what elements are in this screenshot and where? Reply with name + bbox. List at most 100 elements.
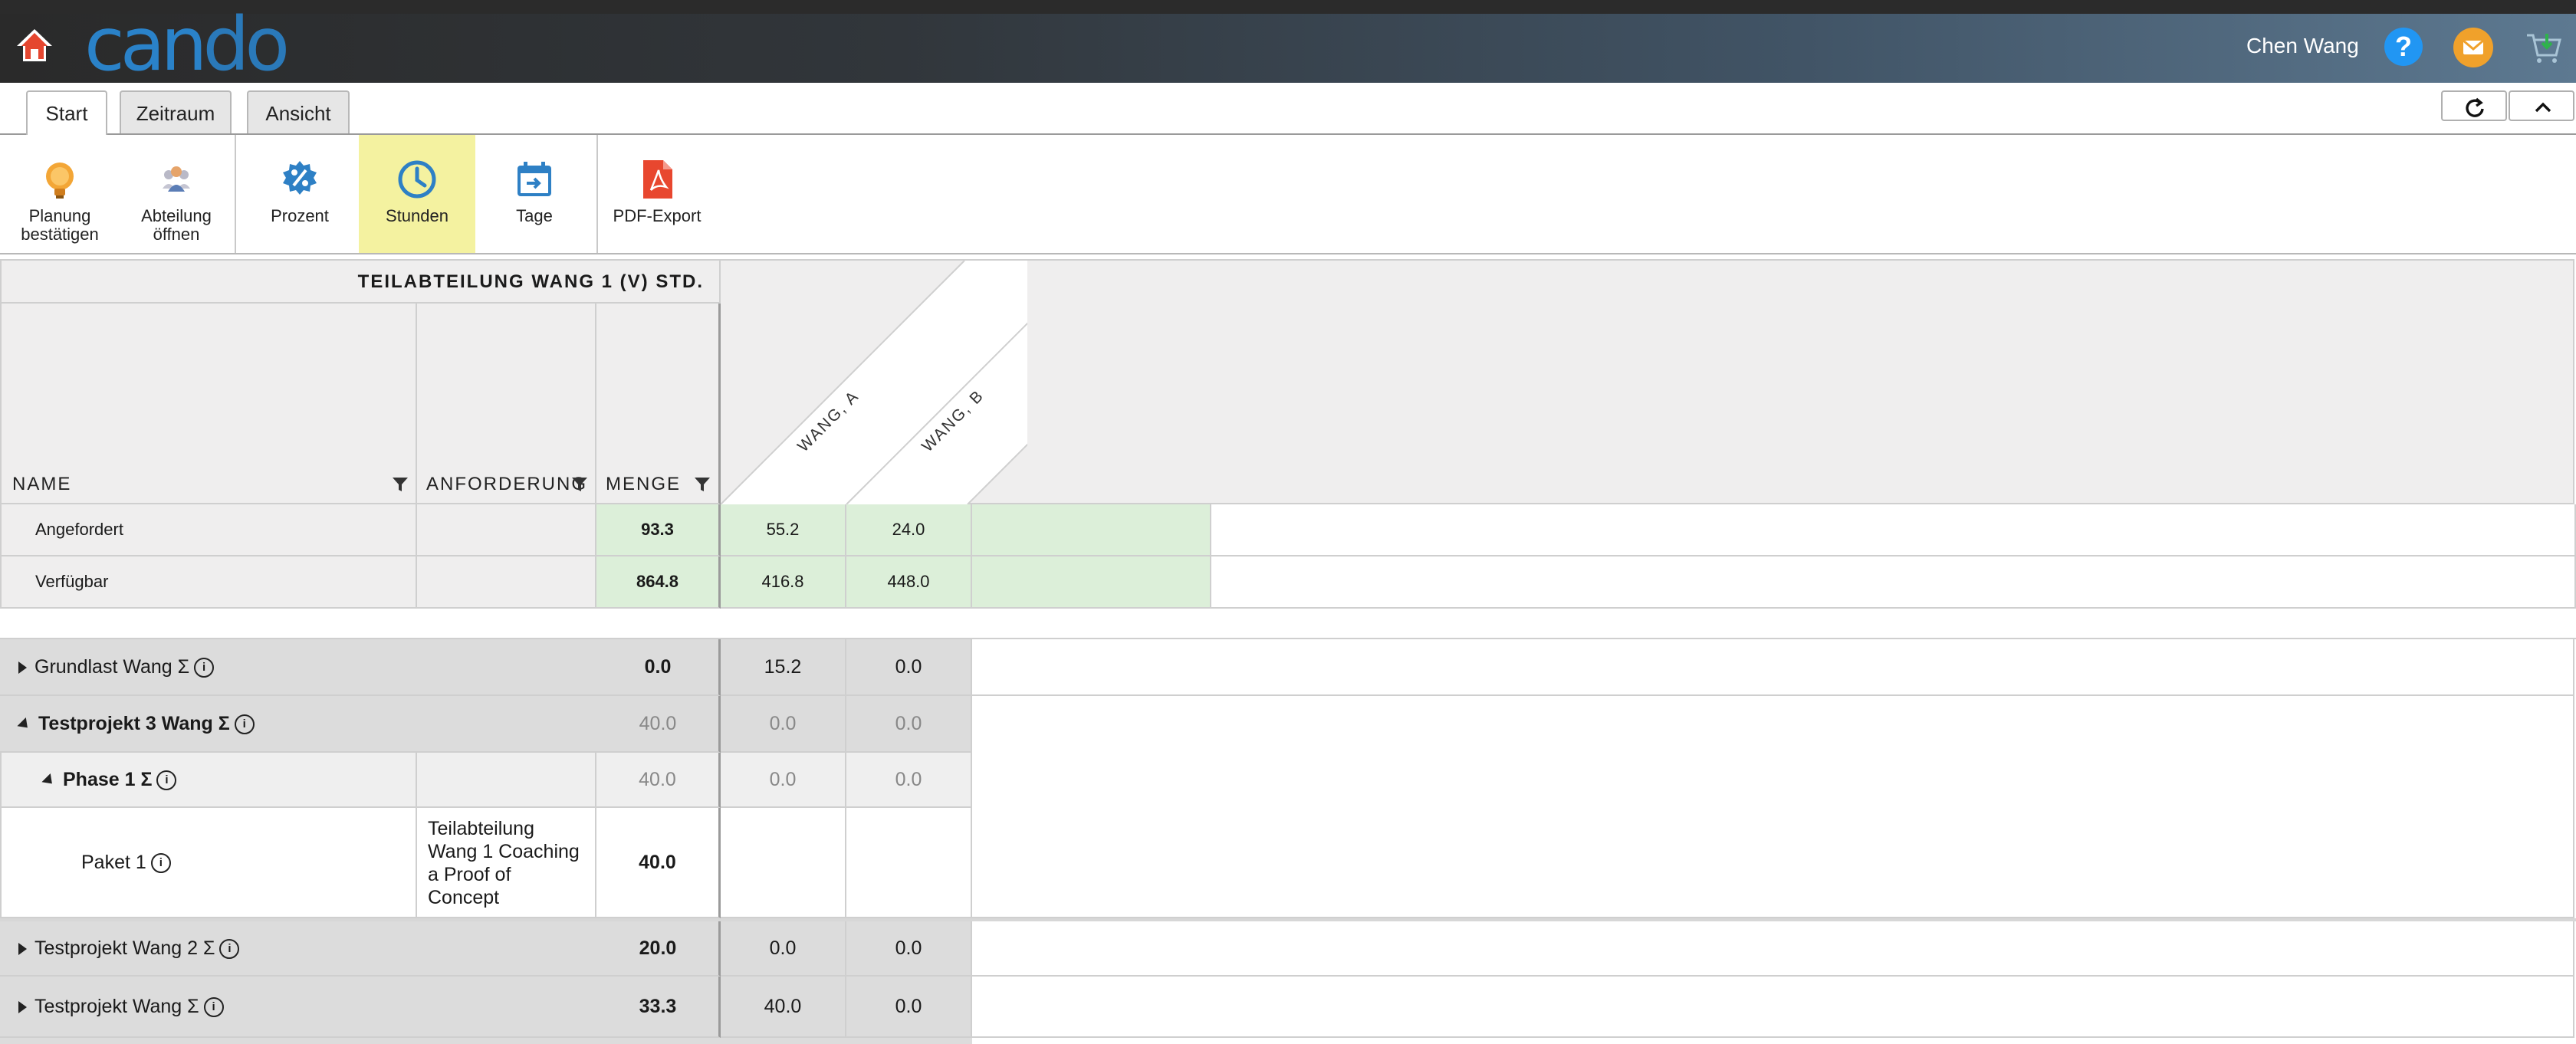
ribbon-separator — [235, 135, 236, 253]
filter-icon[interactable] — [570, 475, 589, 494]
department-title: TEILABTEILUNG WANG 1 (V) STD. — [0, 259, 721, 304]
percent-button[interactable]: Prozent — [245, 135, 354, 253]
project-row-timeline — [972, 639, 2574, 696]
filter-icon[interactable] — [693, 475, 711, 494]
package-row-label: Paket 1 — [81, 852, 146, 873]
phase-row-label: Phase 1 Σ — [63, 769, 153, 790]
pdf-export-button[interactable]: PDF-Export — [606, 135, 708, 253]
user-name[interactable]: Chen Wang — [2246, 34, 2359, 58]
refresh-button[interactable] — [2441, 90, 2507, 121]
expand-icon[interactable] — [18, 943, 27, 956]
project-row-value-wang-a[interactable]: 15.2 — [721, 639, 846, 696]
lightbulb-icon — [46, 163, 74, 199]
app-logo: cando — [84, 2, 290, 87]
summary-menge: 864.8 — [596, 556, 721, 609]
expand-icon[interactable] — [18, 662, 27, 675]
tab-ansicht[interactable]: Ansicht — [247, 90, 350, 133]
package-row-anforderung[interactable]: Teilabteilung Wang 1 Coaching a Proof of… — [417, 808, 596, 918]
phase-row-menge: 40.0 — [596, 753, 721, 808]
package-row-menge[interactable]: 40.0 — [596, 808, 721, 918]
info-icon[interactable]: i — [150, 853, 171, 874]
person-header-area: WANG, A WANG, B — [721, 259, 2574, 505]
project-row-value-wang-a[interactable]: 0.0 — [721, 696, 846, 753]
summary-value-wang-a: 416.8 — [721, 556, 846, 609]
tab-zeitraum[interactable]: Zeitraum — [120, 90, 232, 133]
ribbon-label-abteilung: Abteilung öffnen — [141, 206, 212, 244]
percent-gear-icon — [283, 161, 317, 195]
person-header-diagonals — [721, 261, 1027, 505]
collapse-icon[interactable] — [41, 773, 57, 788]
pdf-icon — [643, 160, 672, 199]
column-header-menge-label: MENGE — [606, 474, 682, 494]
info-icon[interactable]: i — [219, 939, 240, 960]
summary-menge: 93.3 — [596, 504, 721, 556]
project-row-menge: 0.0 — [644, 656, 672, 678]
confirm-planning-button[interactable]: Planung bestätigen — [11, 135, 109, 253]
project-row-label: Testprojekt Wang 2 Σ — [34, 937, 215, 959]
project-row-value-wang-a[interactable]: 0.0 — [721, 921, 846, 977]
chevron-up-icon — [2535, 102, 2551, 113]
column-header-menge: MENGE — [596, 304, 721, 504]
clock-icon — [398, 160, 436, 199]
calendar-icon — [518, 162, 551, 196]
phase-row[interactable]: Phase 1 Σi — [0, 753, 417, 808]
info-icon[interactable]: i — [194, 658, 215, 678]
summary-row-anforderung — [417, 556, 596, 609]
project-row-timeline — [972, 696, 2574, 753]
info-icon[interactable]: i — [203, 997, 224, 1018]
ribbon-label-pdf: PDF-Export — [613, 206, 702, 225]
ribbon-label-stunden: Stunden — [386, 206, 449, 225]
summary-row-anforderung — [417, 504, 596, 556]
next-row-partial — [0, 1038, 972, 1044]
phase-row-anforderung — [417, 753, 596, 808]
project-row-menge: 40.0 — [639, 713, 677, 734]
info-icon[interactable]: i — [234, 714, 255, 735]
days-button[interactable]: Tage — [480, 135, 589, 253]
project-row-menge: 20.0 — [639, 937, 677, 959]
project-row-value-wang-b[interactable]: 0.0 — [846, 977, 972, 1038]
collapse-ribbon-button[interactable] — [2509, 90, 2574, 121]
column-header-anforderung: ANFORDERUNG — [417, 304, 596, 504]
info-icon[interactable]: i — [156, 770, 177, 791]
expand-icon[interactable] — [18, 1001, 27, 1014]
column-header-name-label: NAME — [12, 474, 72, 494]
summary-row-label: Angefordert — [0, 504, 417, 556]
summary-empty-cell — [972, 504, 1211, 556]
package-row-value-wang-b[interactable] — [846, 808, 972, 918]
summary-value-wang-b: 24.0 — [846, 504, 972, 556]
filter-icon[interactable] — [391, 475, 409, 494]
summary-row-label: Verfügbar — [0, 556, 417, 609]
project-row-label: Grundlast Wang Σ — [34, 656, 190, 678]
collapse-icon[interactable] — [17, 717, 32, 732]
ribbon-label-tage: Tage — [516, 206, 553, 225]
users-icon — [163, 166, 190, 192]
mail-icon[interactable] — [2453, 28, 2493, 67]
project-row-timeline — [972, 977, 2574, 1038]
project-row-label: Testprojekt 3 Wang Σ — [38, 713, 230, 734]
cart-download-icon[interactable] — [2522, 26, 2565, 69]
home-icon[interactable] — [15, 26, 54, 64]
phase-row-value-wang-b[interactable]: 0.0 — [846, 753, 972, 808]
summary-empty-cell — [1211, 504, 2576, 556]
tab-start[interactable]: Start — [26, 90, 107, 136]
refresh-icon — [2466, 97, 2484, 117]
expanded-rows-timeline — [972, 753, 2574, 918]
project-row-menge: 33.3 — [639, 996, 677, 1017]
help-button[interactable]: ? — [2384, 28, 2423, 66]
summary-empty-cell — [1211, 556, 2576, 609]
package-row[interactable]: Paket 1i — [0, 808, 417, 918]
package-row-value-wang-a[interactable] — [721, 808, 846, 918]
tab-bar: Start Zeitraum Ansicht — [0, 83, 2576, 136]
ribbon-label-planung: Planung bestätigen — [21, 206, 99, 244]
open-department-button[interactable]: Abteilung öffnen — [127, 135, 225, 253]
summary-empty-cell — [972, 556, 1211, 609]
phase-row-value-wang-a[interactable]: 0.0 — [721, 753, 846, 808]
ribbon-toolbar: Planung bestätigen Abteilung öffnen Proz… — [0, 135, 2576, 254]
project-row-value-wang-b[interactable]: 0.0 — [846, 639, 972, 696]
summary-value-wang-a: 55.2 — [721, 504, 846, 556]
project-row-value-wang-b[interactable]: 0.0 — [846, 696, 972, 753]
project-row-value-wang-b[interactable]: 0.0 — [846, 921, 972, 977]
project-row-value-wang-a[interactable]: 40.0 — [721, 977, 846, 1038]
column-header-anforderung-label: ANFORDERUNG — [426, 474, 588, 494]
hours-button[interactable]: Stunden — [359, 135, 475, 253]
